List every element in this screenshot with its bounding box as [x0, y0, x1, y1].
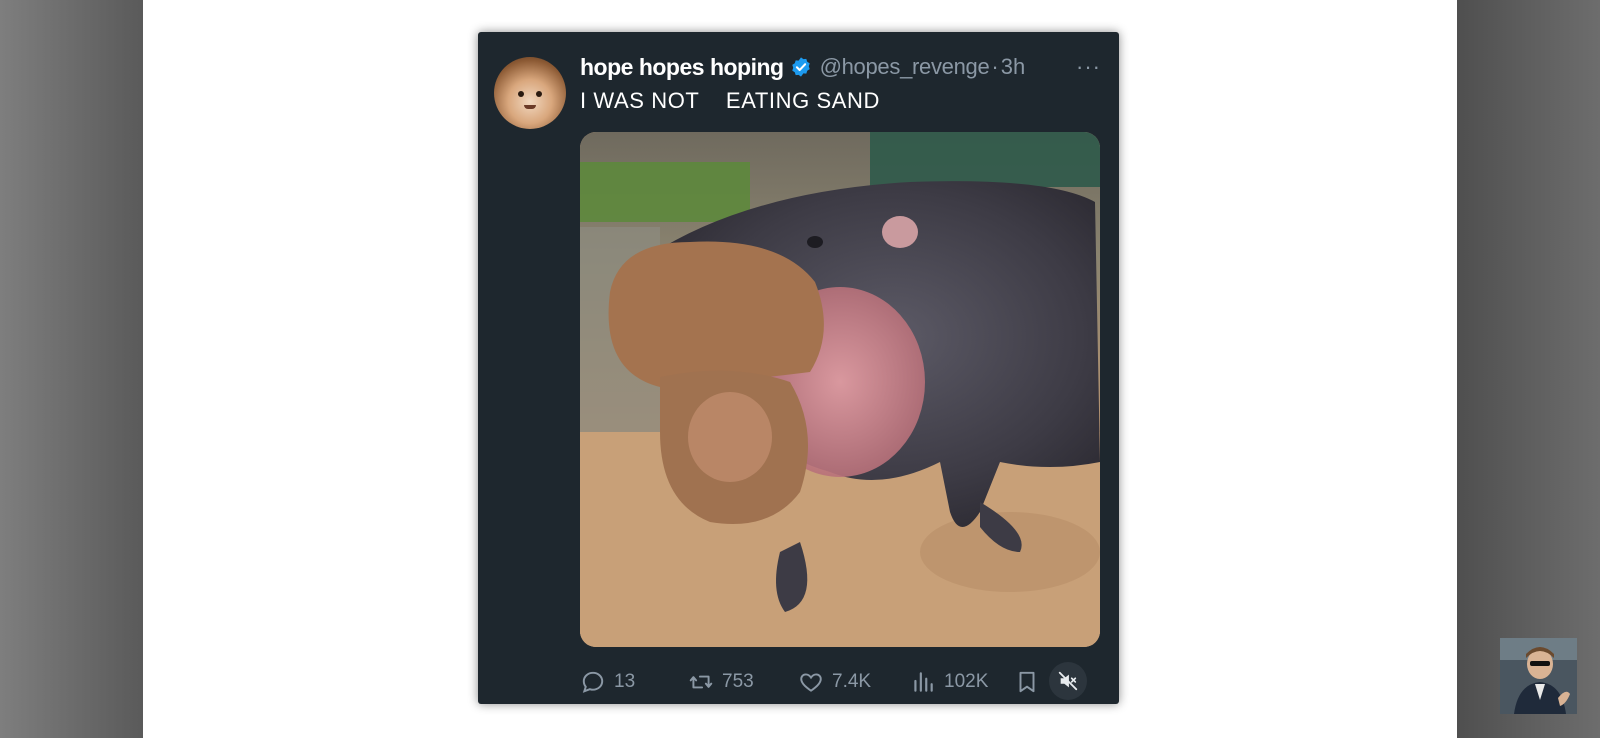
muted-speaker-icon — [1058, 671, 1078, 691]
tweet-card: hope hopes hoping @hopes_revenge · 3h ··… — [478, 32, 1119, 704]
views-button[interactable]: 102K — [910, 664, 988, 700]
reply-button[interactable]: 13 — [580, 664, 635, 700]
hippo-video-frame — [580, 132, 1100, 647]
tweet-actions-bar: 13 753 7.4K 102K — [580, 662, 1100, 700]
views-chart-icon — [914, 672, 933, 692]
like-count: 7.4K — [832, 671, 872, 692]
repost-button[interactable]: 753 — [688, 664, 754, 700]
timestamp[interactable]: 3h — [1001, 54, 1025, 80]
reply-count: 13 — [614, 671, 636, 692]
avatar-mouth — [524, 105, 536, 109]
mute-button[interactable] — [1049, 662, 1087, 700]
repost-icon — [689, 675, 713, 689]
tweet-text: I WAS NOT EATING SAND — [580, 88, 881, 113]
separator: · — [991, 54, 999, 79]
verified-badge-icon — [791, 57, 810, 77]
views-count: 102K — [944, 671, 989, 692]
avatar[interactable] — [494, 57, 566, 129]
handle[interactable]: @hopes_revenge — [820, 54, 990, 80]
tweet-media-video[interactable] — [580, 132, 1100, 647]
right-letterbox-panel — [1457, 0, 1600, 738]
streamer-webcam-overlay — [1500, 638, 1577, 714]
heart-icon — [800, 673, 822, 692]
avatar-eye — [518, 91, 524, 97]
tweet-header: hope hopes hoping @hopes_revenge · 3h — [580, 52, 1025, 82]
bookmark-icon — [1019, 671, 1035, 693]
repost-count: 753 — [722, 671, 754, 692]
avatar-eye — [536, 91, 542, 97]
like-button[interactable]: 7.4K — [798, 664, 871, 700]
left-letterbox-panel — [0, 0, 143, 738]
bookmark-button[interactable] — [1014, 664, 1048, 700]
webcam-person-image — [1500, 638, 1577, 714]
more-options-icon[interactable]: ··· — [1076, 54, 1101, 80]
reply-icon — [582, 671, 604, 693]
display-name[interactable]: hope hopes hoping — [580, 54, 784, 81]
